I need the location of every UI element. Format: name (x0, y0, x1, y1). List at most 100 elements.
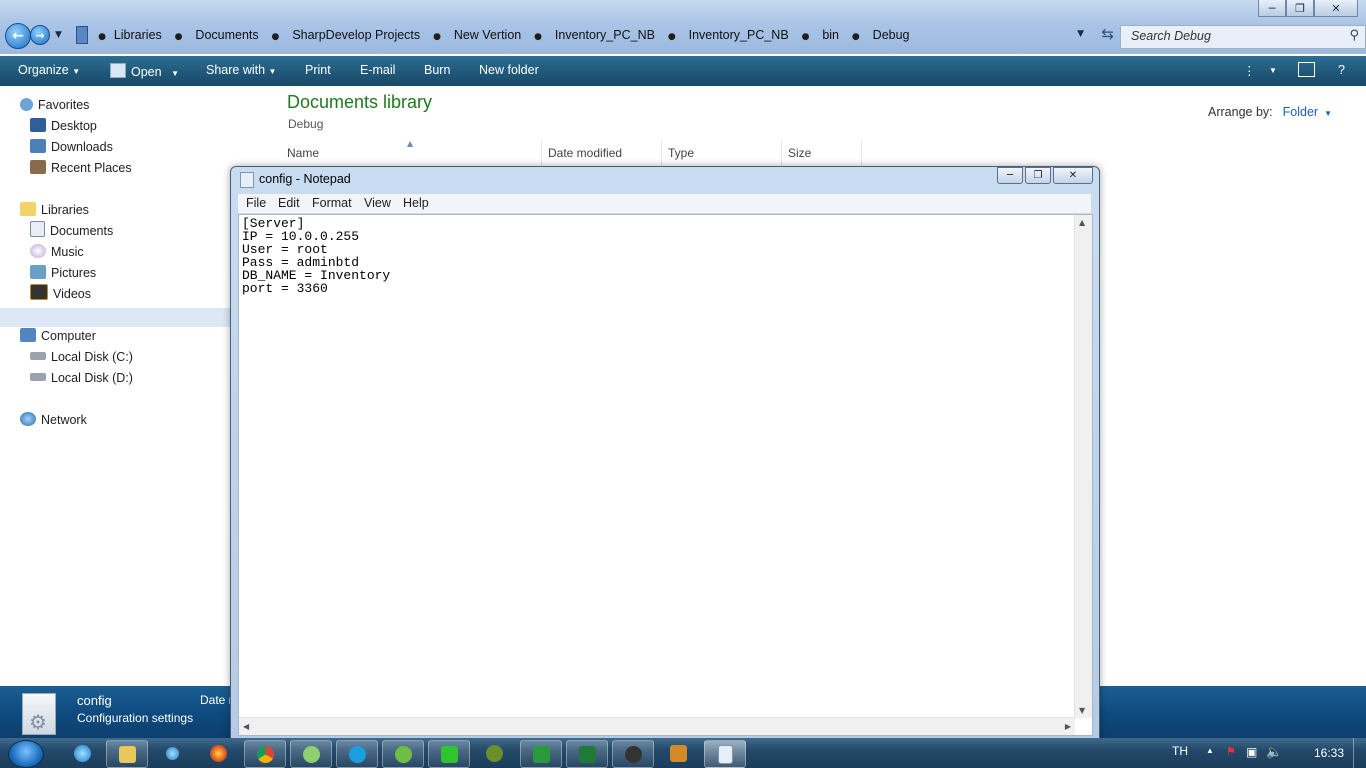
taskbar-messenger[interactable] (290, 740, 332, 768)
email-button[interactable]: E-mail (360, 63, 395, 77)
nav-computer[interactable]: Computer (20, 326, 96, 346)
view-options-icon[interactable]: ⋮ (1243, 63, 1256, 78)
nav-downloads[interactable]: Downloads (30, 137, 113, 157)
open-button[interactable]: Open ▼ (110, 63, 179, 79)
maximize-button[interactable]: ❐ (1286, 0, 1314, 17)
notepad-text-area[interactable]: [Server] IP = 10.0.0.255 User = root Pas… (238, 214, 1093, 736)
new-folder-button[interactable]: New folder (479, 63, 539, 77)
breadcrumb-item[interactable]: bin (822, 28, 839, 42)
taskbar-sharpdevelop[interactable] (612, 740, 654, 768)
organize-button[interactable]: Organize ▼ (18, 63, 80, 77)
forward-arrow-icon[interactable]: → (30, 25, 50, 45)
show-hidden-icons-icon[interactable]: ▲ (1206, 746, 1214, 755)
help-icon[interactable]: ? (1338, 63, 1345, 77)
nav-label: Recent Places (51, 161, 132, 175)
nav-label: Videos (53, 287, 91, 301)
breadcrumb-item[interactable]: Documents (195, 28, 258, 42)
search-icon[interactable]: ⚲ (1349, 28, 1359, 43)
address-bar[interactable]: ● Libraries ● Documents ● SharpDevelop P… (70, 25, 1114, 47)
taskbar-media-player[interactable] (152, 740, 192, 766)
taskbar-spreadsheet[interactable] (520, 740, 562, 768)
nav-favorites[interactable]: Favorites (20, 95, 89, 115)
address-dropdown-icon[interactable]: ▼ (1077, 29, 1084, 39)
menu-view[interactable]: View (364, 196, 391, 210)
nav-libraries[interactable]: Libraries (20, 200, 89, 220)
menu-edit[interactable]: Edit (278, 196, 300, 210)
taskbar-line[interactable] (428, 740, 470, 768)
menu-help[interactable]: Help (403, 196, 429, 210)
close-button[interactable]: ✕ (1314, 0, 1358, 17)
column-header-name[interactable]: Name (287, 146, 319, 160)
nav-local-disk-c[interactable]: Local Disk (C:) (30, 347, 133, 367)
taskbar-excel[interactable] (566, 740, 608, 768)
search-input[interactable]: Search Debug ⚲ (1120, 25, 1366, 49)
scroll-down-icon[interactable]: ▼ (1079, 706, 1085, 715)
breadcrumb-item[interactable]: SharpDevelop Projects (292, 28, 420, 42)
breadcrumb-item[interactable]: Debug (873, 28, 910, 42)
scroll-up-icon[interactable]: ▲ (1079, 218, 1085, 227)
column-header-type[interactable]: Type (668, 146, 694, 160)
start-button[interactable] (8, 740, 44, 768)
taskbar-notepad[interactable] (704, 740, 746, 768)
nav-pictures[interactable]: Pictures (30, 263, 96, 283)
taskbar-network-app[interactable] (474, 740, 514, 766)
recent-pages-dropdown-icon[interactable]: ▼ (55, 30, 62, 40)
sort-ascending-icon: ▲ (407, 139, 414, 148)
breadcrumb-item[interactable]: Inventory_PC_NB (555, 28, 655, 42)
nav-network[interactable]: Network (20, 410, 87, 430)
taskbar-firefox[interactable] (198, 740, 238, 766)
refresh-icon[interactable]: ⇆ (1101, 25, 1114, 43)
minimize-button[interactable]: ─ (1258, 0, 1286, 17)
utorrent-icon (394, 745, 412, 763)
view-dropdown-icon[interactable]: ▼ (1269, 66, 1277, 75)
nav-videos[interactable]: Videos (30, 284, 91, 304)
taskbar-tool[interactable] (658, 740, 698, 766)
volume-icon[interactable]: 🔈 (1266, 744, 1282, 760)
network-status-icon[interactable]: ▣ (1246, 745, 1257, 759)
breadcrumb-item[interactable]: Inventory_PC_NB (689, 28, 789, 42)
nav-desktop[interactable]: Desktop (30, 116, 97, 136)
nav-recent-places[interactable]: Recent Places (30, 158, 132, 178)
column-header-date-modified[interactable]: Date modified (548, 146, 622, 160)
nav-label: Pictures (51, 266, 97, 280)
vertical-scrollbar[interactable]: ▲ ▼ (1074, 215, 1092, 718)
print-button[interactable]: Print (305, 63, 331, 77)
nav-documents[interactable]: Documents (30, 221, 113, 241)
breadcrumb-item[interactable]: Libraries (114, 28, 162, 42)
taskbar-skype[interactable] (336, 740, 378, 768)
scroll-right-icon[interactable]: ▶ (1065, 722, 1071, 731)
share-with-button[interactable]: Share with ▼ (206, 63, 276, 77)
menu-format[interactable]: Format (312, 196, 352, 210)
language-indicator[interactable]: TH (1172, 744, 1188, 758)
arrange-by-dropdown[interactable]: Folder (1283, 105, 1318, 119)
menu-file[interactable]: File (246, 196, 266, 210)
preview-pane-icon[interactable] (1298, 62, 1315, 77)
clock[interactable]: 16:33 (1314, 746, 1344, 760)
maximize-button[interactable]: ❐ (1025, 167, 1051, 184)
nav-local-disk-d[interactable]: Local Disk (D:) (30, 368, 133, 388)
back-arrow-icon[interactable]: ← (5, 23, 31, 49)
library-title: Documents library (287, 92, 433, 112)
chevron-down-icon[interactable]: ▼ (1324, 109, 1332, 118)
horizontal-scrollbar[interactable]: ◀ ▶ (239, 717, 1075, 735)
taskbar-internet-explorer[interactable] (62, 740, 102, 766)
star-icon (20, 98, 33, 111)
close-button[interactable]: ✕ (1053, 167, 1093, 184)
excel-icon (578, 745, 596, 763)
taskbar-explorer[interactable] (106, 740, 148, 768)
nav-label: Local Disk (C:) (51, 350, 133, 364)
burn-button[interactable]: Burn (424, 63, 450, 77)
scroll-left-icon[interactable]: ◀ (243, 722, 249, 731)
action-center-icon[interactable]: ⚑ (1226, 745, 1236, 758)
taskbar-chrome[interactable] (244, 740, 286, 768)
media-player-icon (165, 746, 179, 760)
notepad-content[interactable]: [Server] IP = 10.0.0.255 User = root Pas… (242, 217, 390, 295)
breadcrumb-item[interactable]: New Vertion (454, 28, 521, 42)
nav-music[interactable]: Music (30, 242, 84, 262)
command-bar: Organize ▼ Open ▼ Share with ▼ Print E-m… (0, 56, 1366, 86)
show-desktop-button[interactable] (1353, 738, 1366, 768)
desktop-icon (30, 118, 46, 132)
minimize-button[interactable]: ─ (997, 167, 1023, 184)
taskbar-utorrent[interactable] (382, 740, 424, 768)
column-header-size[interactable]: Size (788, 146, 811, 160)
